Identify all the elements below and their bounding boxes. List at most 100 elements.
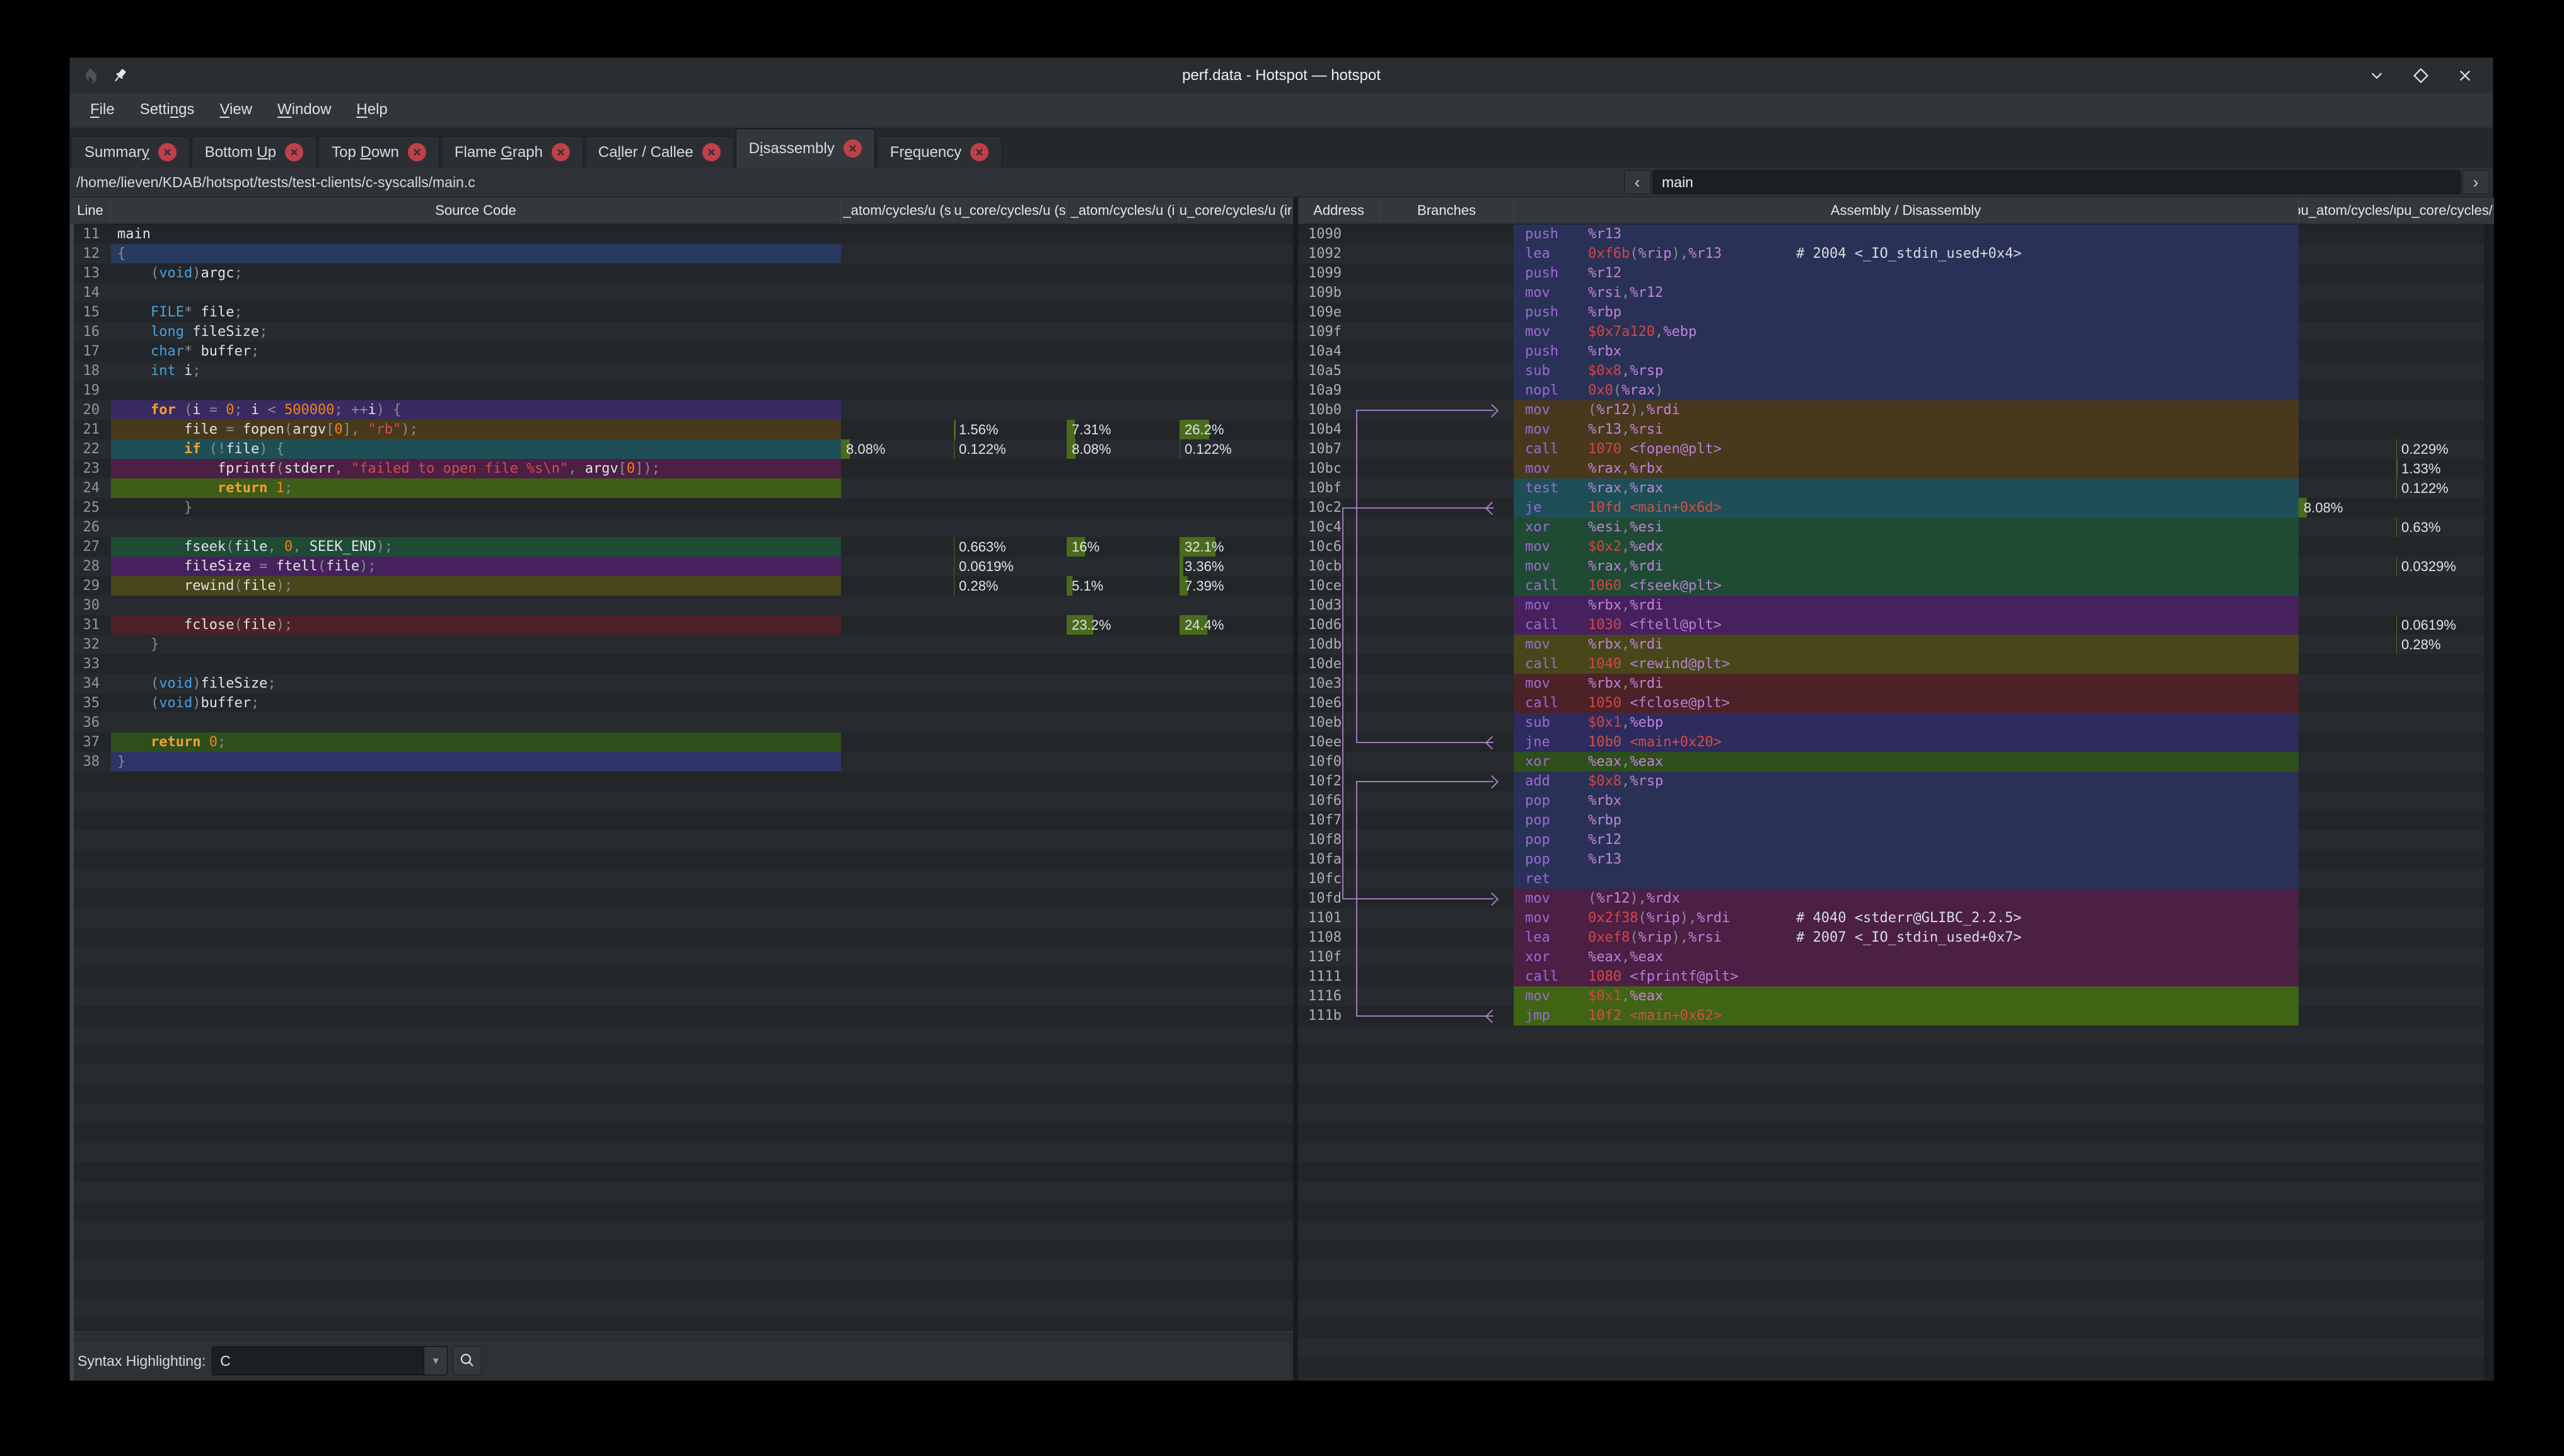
column-header-pu-atom-cycles-u[interactable]: pu_atom/cycles/u [2299, 197, 2396, 224]
source-row[interactable]: 14 [70, 283, 1293, 303]
disassembly-row[interactable]: 10f7pop%rbp [1298, 811, 2494, 830]
source-row[interactable]: 32 } [70, 635, 1293, 654]
tab-top-down[interactable]: Top Down [318, 136, 439, 168]
tab-summary[interactable]: Summary [71, 136, 190, 168]
tab-close-icon[interactable] [702, 143, 721, 161]
source-row[interactable]: 28 fileSize = ftell(file);0.0619%3.36% [70, 557, 1293, 576]
disassembly-row[interactable]: 110fxor%eax,%eax [1298, 947, 2494, 967]
tab-flame-graph[interactable]: Flame Graph [441, 136, 583, 168]
disassembly-row[interactable]: 10bftest%rax,%rax0.122% [1298, 478, 2494, 498]
column-header--atom-cycles-u-s[interactable]: _atom/cycles/u (s [841, 197, 954, 224]
disassembly-row[interactable]: 10b4mov%r13,%rsi [1298, 420, 2494, 439]
source-horizontal-scrollbar[interactable] [70, 1331, 1293, 1341]
disassembly-row[interactable]: 10bcmov%rax,%rbx1.33% [1298, 459, 2494, 478]
disassembly-row[interactable]: 10cbmov%rax,%rdi0.0329% [1298, 557, 2494, 576]
column-header--atom-cycles-u-i[interactable]: _atom/cycles/u (i [1067, 197, 1180, 224]
source-search-button[interactable] [453, 1346, 482, 1375]
search-previous-button[interactable]: ‹ [1624, 170, 1650, 194]
tab-close-icon[interactable] [970, 143, 989, 161]
menu-item-file[interactable]: File [79, 97, 126, 122]
search-input[interactable] [1652, 170, 2461, 194]
column-header-line[interactable]: Line [70, 197, 111, 224]
menu-item-help[interactable]: Help [345, 97, 398, 122]
menu-item-view[interactable]: View [208, 97, 264, 122]
source-row[interactable]: 27 fseek(file, 0, SEEK_END);0.663%16%32.… [70, 537, 1293, 557]
maximize-button[interactable] [2410, 64, 2432, 87]
source-vertical-scrollbar[interactable] [70, 224, 74, 1380]
column-header-cpu-core-cycles-u[interactable]: cpu_core/cycles/u [2396, 197, 2494, 224]
source-row[interactable]: 22 if (!file) {8.08%0.122%8.08%0.122% [70, 439, 1293, 459]
disassembly-row[interactable]: 10a9nopl0x0(%rax) [1298, 381, 2494, 400]
disassembly-row[interactable]: 109epush%rbp [1298, 303, 2494, 322]
disassembly-row[interactable]: 10f2add$0x8,%rsp [1298, 771, 2494, 791]
source-row[interactable]: 13 (void)argc; [70, 263, 1293, 283]
source-row[interactable]: 20 for (i = 0; i < 500000; ++i) { [70, 400, 1293, 420]
column-header-branches[interactable]: Branches [1380, 197, 1514, 224]
disassembly-row[interactable]: 1101mov0x2f38(%rip),%rdi# 4040 <stderr@G… [1298, 908, 2494, 928]
tab-frequency[interactable]: Frequency [877, 136, 1002, 168]
source-row[interactable]: 38} [70, 752, 1293, 771]
disassembly-row[interactable]: 1111call1080 <fprintf@plt> [1298, 967, 2494, 986]
disassembly-row[interactable]: 10c2je10fd <main+0x6d>8.08% [1298, 498, 2494, 517]
source-row[interactable]: 15 FILE* file; [70, 303, 1293, 322]
disassembly-row[interactable]: 10d6call1030 <ftell@plt>0.0619% [1298, 615, 2494, 635]
disassembly-row[interactable]: 10b7call1070 <fopen@plt>0.229% [1298, 439, 2494, 459]
disassembly-row[interactable]: 1116mov$0x1,%eax [1298, 986, 2494, 1006]
disassembly-row[interactable]: 10e3mov%rbx,%rdi [1298, 674, 2494, 693]
disassembly-row[interactable]: 10eejne10b0 <main+0x20> [1298, 732, 2494, 752]
source-row[interactable]: 17 char* buffer; [70, 342, 1293, 361]
menu-item-window[interactable]: Window [266, 97, 342, 122]
disassembly-row[interactable]: 10dbmov%rbx,%rdi0.28% [1298, 635, 2494, 654]
source-row[interactable]: 16 long fileSize; [70, 322, 1293, 342]
disassembly-row[interactable]: 1099push%r12 [1298, 263, 2494, 283]
source-row[interactable]: 29 rewind(file);0.28%5.1%7.39% [70, 576, 1293, 596]
source-row[interactable]: 18 int i; [70, 361, 1293, 381]
disassembly-row[interactable]: 10f8pop%r12 [1298, 830, 2494, 850]
source-row[interactable]: 11main [70, 224, 1293, 244]
disassembly-row[interactable]: 1092lea0xf6b(%rip),%r13# 2004 <_IO_stdin… [1298, 244, 2494, 263]
source-row[interactable]: 26 [70, 517, 1293, 537]
tab-close-icon[interactable] [552, 143, 570, 161]
source-row[interactable]: 25 } [70, 498, 1293, 517]
disassembly-row[interactable]: 10f0xor%eax,%eax [1298, 752, 2494, 771]
disassembly-row[interactable]: 10c4xor%esi,%esi0.63% [1298, 517, 2494, 537]
disassembly-row[interactable]: 10c6mov$0x2,%edx [1298, 537, 2494, 557]
column-header-u-core-cycles-u-s[interactable]: u_core/cycles/u (s [954, 197, 1067, 224]
tab-close-icon[interactable] [158, 143, 177, 161]
tab-close-icon[interactable] [844, 139, 862, 158]
disassembly-row[interactable]: 10a5sub$0x8,%rsp [1298, 361, 2494, 381]
disassembly-row[interactable]: 10fapop%r13 [1298, 850, 2494, 869]
disassembly-row[interactable]: 1090push%r13 [1298, 224, 2494, 244]
source-row[interactable]: 34 (void)fileSize; [70, 674, 1293, 693]
disassembly-row[interactable]: 109fmov$0x7a120,%ebp [1298, 322, 2494, 342]
search-next-button[interactable]: › [2462, 170, 2489, 194]
source-row[interactable]: 31 fclose(file);23.2%24.4% [70, 615, 1293, 635]
disassembly-row[interactable]: 10fdmov(%r12),%rdx [1298, 889, 2494, 908]
tab-disassembly[interactable]: Disassembly [736, 129, 875, 168]
disassembly-vertical-scrollbar[interactable] [2484, 224, 2494, 1380]
minimize-button[interactable] [2365, 64, 2388, 87]
disassembly-row[interactable]: 10e6call1050 <fclose@plt> [1298, 693, 2494, 713]
source-row[interactable]: 21 file = fopen(argv[0], "rb");1.56%7.31… [70, 420, 1293, 439]
source-row[interactable]: 35 (void)buffer; [70, 693, 1293, 713]
source-row[interactable]: 12{ [70, 244, 1293, 263]
disassembly-row[interactable]: 10decall1040 <rewind@plt> [1298, 654, 2494, 674]
source-row[interactable]: 33 [70, 654, 1293, 674]
tab-caller---callee[interactable]: Caller / Callee [585, 136, 734, 168]
pane-splitter[interactable] [1293, 197, 1298, 1380]
disassembly-row[interactable]: 10cecall1060 <fseek@plt> [1298, 576, 2494, 596]
tab-close-icon[interactable] [408, 143, 426, 161]
column-header-assembly-disassembly[interactable]: Assembly / Disassembly [1514, 197, 2299, 224]
tab-bottom-up[interactable]: Bottom Up [192, 136, 316, 168]
column-header-address[interactable]: Address [1298, 197, 1380, 224]
menu-item-settings[interactable]: Settings [129, 97, 206, 122]
disassembly-row[interactable]: 111bjmp10f2 <main+0x62> [1298, 1006, 2494, 1026]
disassembly-row[interactable]: 10fcret [1298, 869, 2494, 889]
disassembly-row[interactable]: 109bmov%rsi,%r12 [1298, 283, 2494, 303]
column-header-source-code[interactable]: Source Code [111, 197, 841, 224]
disassembly-row[interactable]: 10b0mov(%r12),%rdi [1298, 400, 2494, 420]
syntax-highlighting-combobox[interactable]: C ▼ [212, 1346, 448, 1375]
source-row[interactable]: 30 [70, 596, 1293, 615]
titlebar[interactable]: perf.data - Hotspot — hotspot [70, 58, 2493, 93]
tab-close-icon[interactable] [285, 143, 303, 161]
